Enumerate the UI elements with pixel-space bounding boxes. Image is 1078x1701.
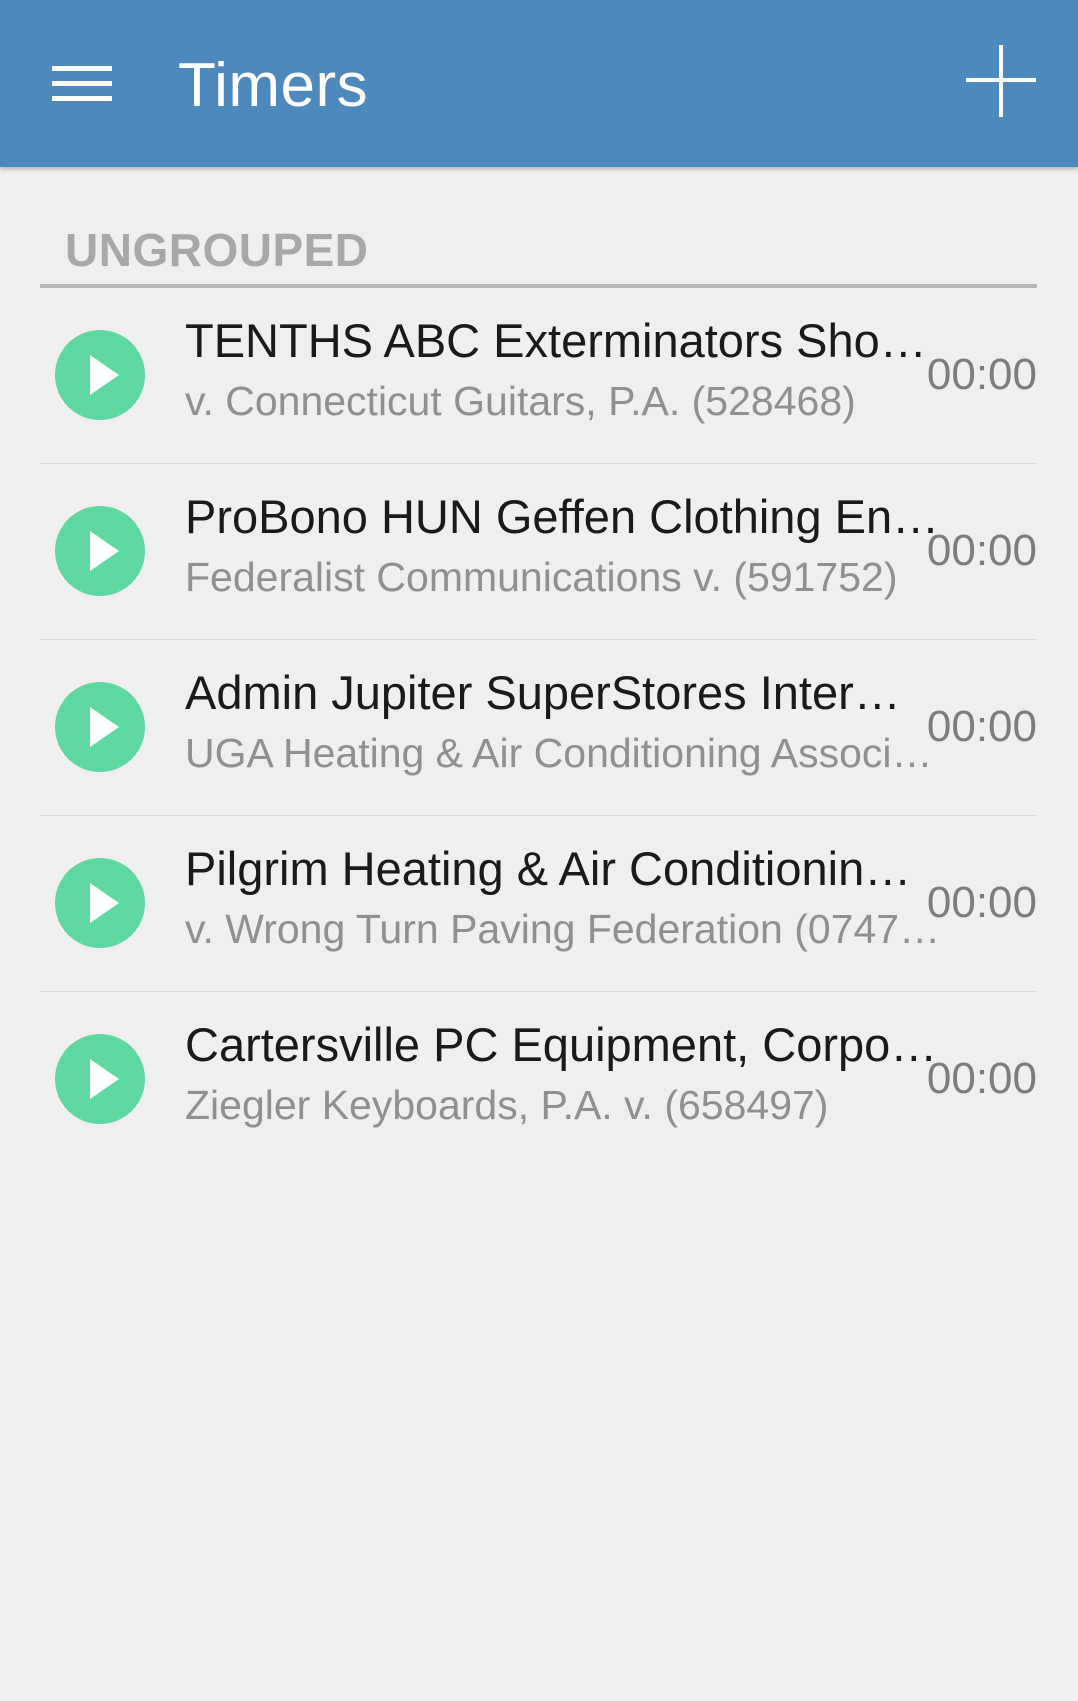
page-title: Timers — [178, 51, 369, 120]
timer-row[interactable]: ProBono HUN Geffen Clothing En… Federali… — [40, 464, 1037, 640]
timer-row[interactable]: Admin Jupiter SuperStores Inter… UGA Hea… — [40, 640, 1037, 816]
play-icon — [90, 355, 119, 395]
timer-title: ProBono HUN Geffen Clothing En… — [185, 490, 940, 543]
play-icon — [90, 707, 119, 747]
timer-list: TENTHS ABC Exterminators Sho… v. Connect… — [40, 288, 1037, 1168]
timer-row[interactable]: Pilgrim Heating & Air Conditionin… v. Wr… — [40, 816, 1037, 992]
timer-elapsed-time: 00:00 — [926, 526, 1037, 575]
play-button[interactable] — [55, 682, 145, 772]
timer-row[interactable]: Cartersville PC Equipment, Corpo… Ziegle… — [40, 992, 1037, 1168]
timer-elapsed-time: 00:00 — [926, 702, 1037, 751]
play-button[interactable] — [55, 858, 145, 948]
timer-title: Admin Jupiter SuperStores Inter… — [185, 666, 901, 719]
play-button[interactable] — [55, 330, 145, 420]
timer-subtitle: v. Wrong Turn Paving Federation (0747… — [185, 906, 941, 952]
group-header: UNGROUPED — [40, 220, 1037, 288]
play-button[interactable] — [55, 506, 145, 596]
timer-subtitle: UGA Heating & Air Conditioning Associ… — [185, 730, 933, 776]
app-bar: Timers — [0, 0, 1078, 167]
group-label: UNGROUPED — [65, 224, 369, 276]
timer-elapsed-time: 00:00 — [926, 1054, 1037, 1103]
menu-button[interactable] — [40, 48, 122, 120]
play-button[interactable] — [55, 1034, 145, 1124]
hamburger-menu-icon — [52, 66, 112, 101]
timer-elapsed-time: 00:00 — [926, 350, 1037, 399]
timer-subtitle: Ziegler Keyboards, P.A. v. (658497) — [185, 1082, 829, 1128]
timer-elapsed-time: 00:00 — [926, 878, 1037, 927]
plus-icon — [966, 45, 1036, 117]
timer-title: Cartersville PC Equipment, Corpo… — [185, 1018, 938, 1071]
timer-subtitle: Federalist Communications v. (591752) — [185, 554, 898, 600]
timer-subtitle: v. Connecticut Guitars, P.A. (528468) — [185, 378, 856, 424]
play-icon — [90, 883, 119, 923]
timer-row[interactable]: TENTHS ABC Exterminators Sho… v. Connect… — [40, 288, 1037, 464]
timer-title: TENTHS ABC Exterminators Sho… — [185, 314, 927, 367]
play-icon — [90, 1059, 119, 1099]
timer-title: Pilgrim Heating & Air Conditionin… — [185, 842, 912, 895]
play-icon — [90, 531, 119, 571]
add-timer-button[interactable] — [960, 40, 1042, 122]
